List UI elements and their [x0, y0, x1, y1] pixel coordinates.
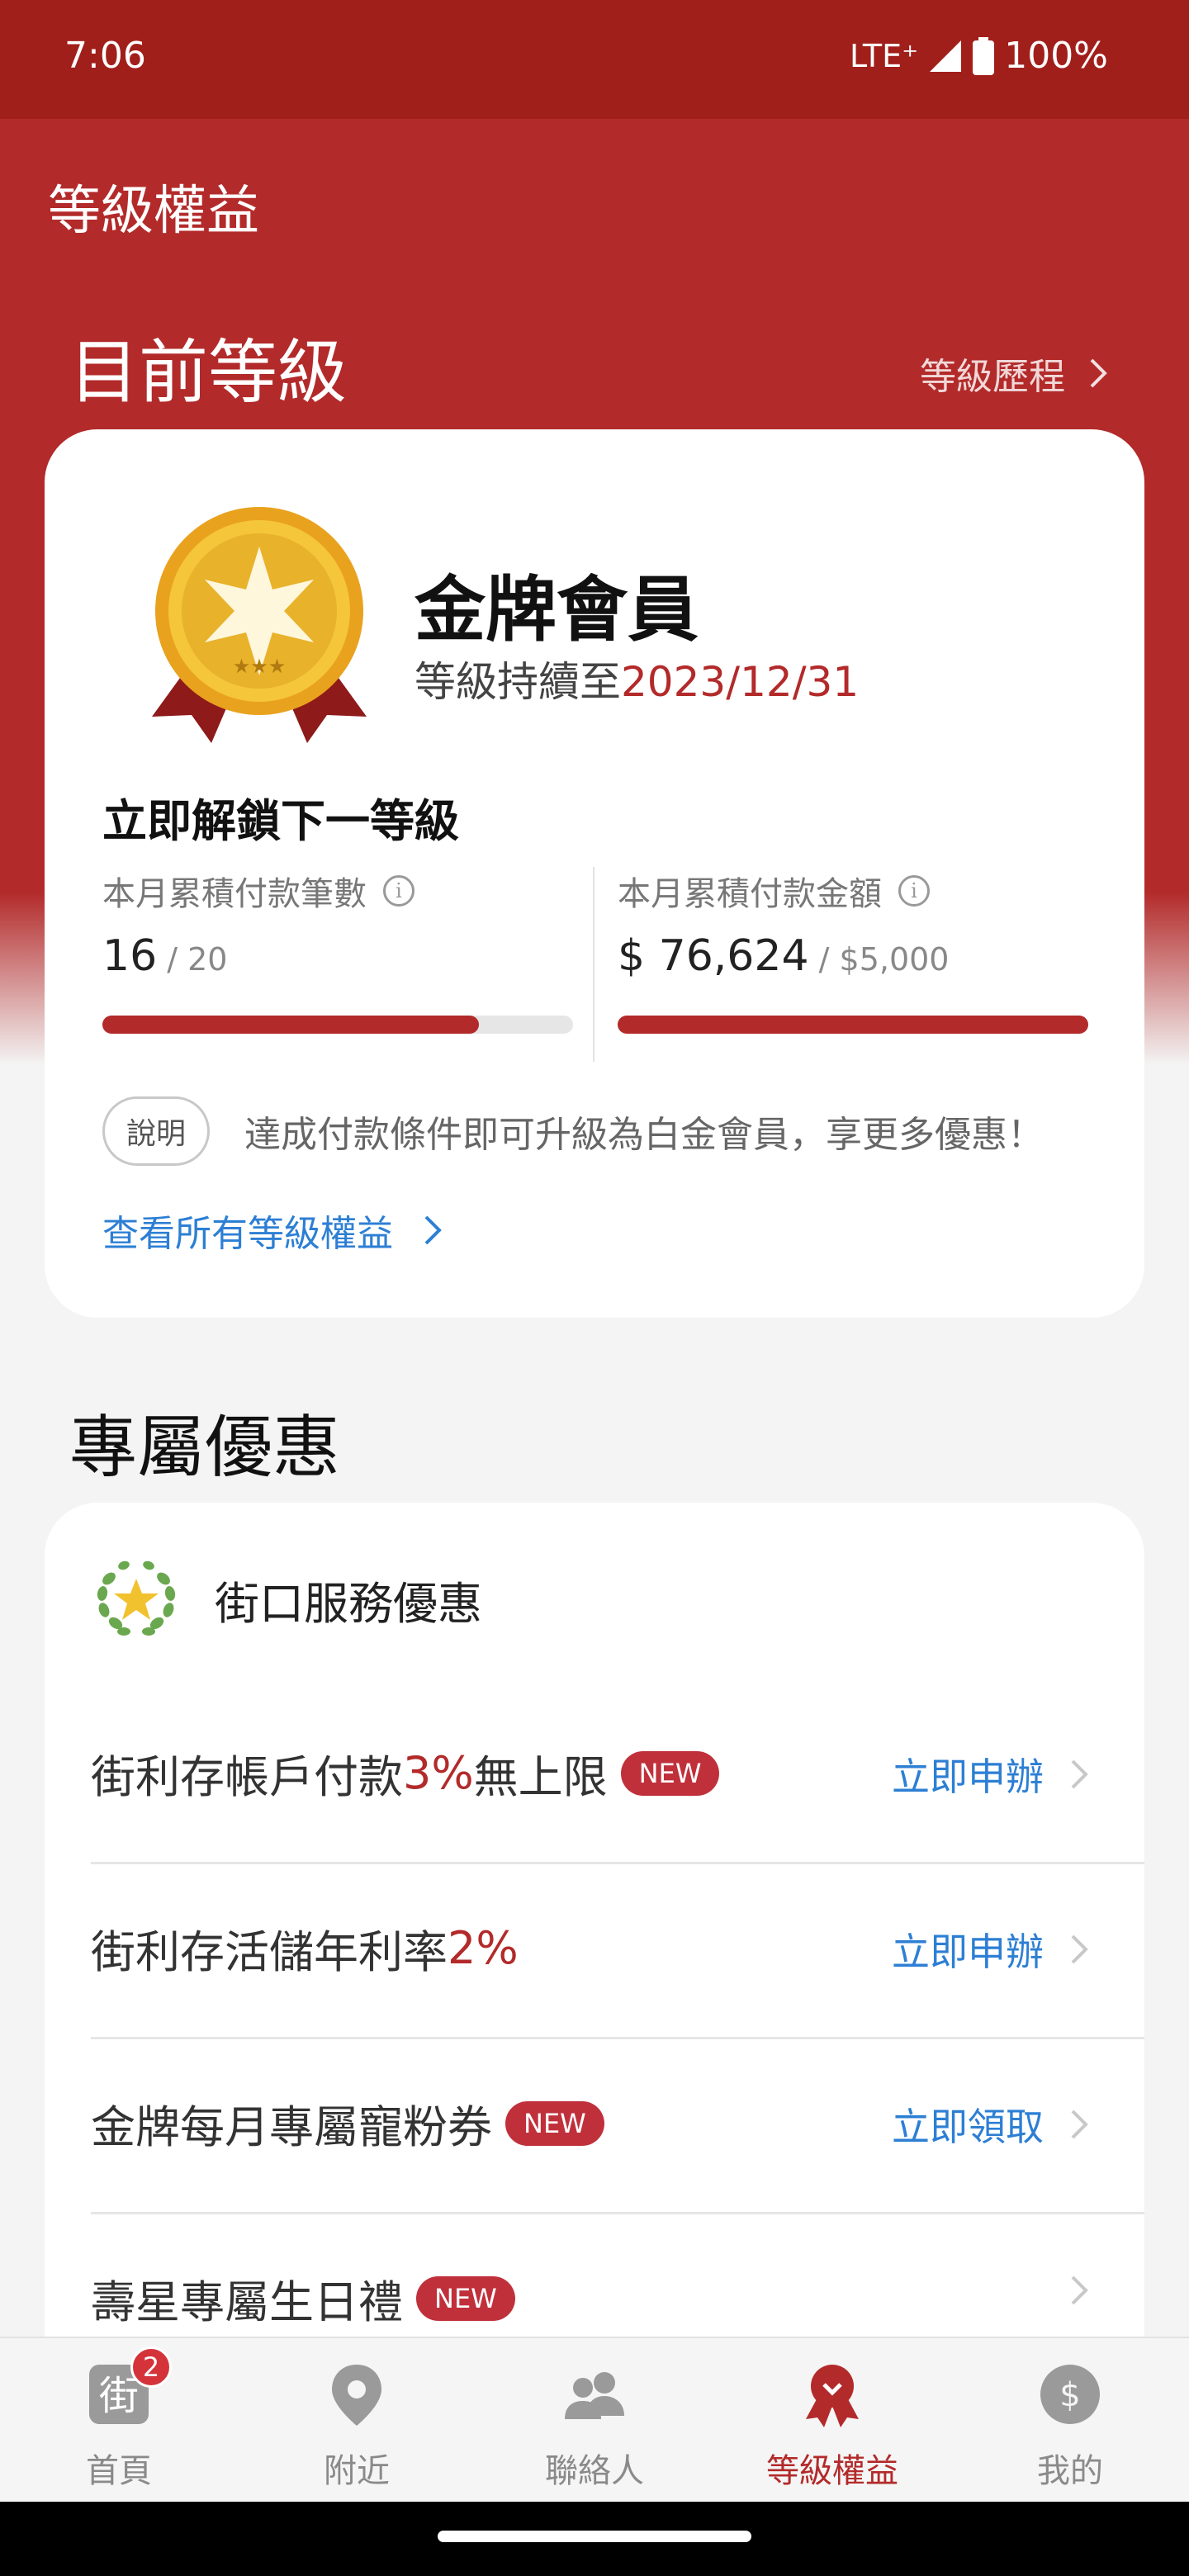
offer-row[interactable]: 街利存活儲年利率 2% 立即申辦 [91, 1864, 1144, 2039]
medal-icon [806, 2365, 859, 2427]
view-all-benefits-link[interactable]: 查看所有等級權益 [102, 1204, 444, 1257]
dollar-account-icon: $ [1040, 2365, 1100, 2424]
offers-header: 街口服務優惠 [91, 1554, 482, 1645]
offer-action-label: 立即申辦 [892, 1754, 1044, 1799]
page-title: 等級權益 [48, 181, 259, 242]
chevron-right-icon [1071, 1759, 1088, 1789]
location-pin-icon [332, 2365, 381, 2426]
gold-medal-icon: ★★★ [152, 507, 367, 743]
info-icon[interactable]: i [898, 875, 930, 907]
nav-label-level-benefits: 等級權益 [766, 2452, 898, 2490]
nav-item-home[interactable]: 街 2 首頁 [0, 2346, 238, 2492]
dollar-icon-glyph: $ [1059, 2376, 1080, 2414]
offer-action-link[interactable]: 立即申辦 [892, 1747, 1090, 1802]
upgrade-note-text: 達成付款條件即可升級為白金會員，享更多優惠！ [244, 1114, 1045, 1156]
new-badge: NEW [620, 1750, 720, 1796]
status-bar: 7:06 LTE⁺ 100% [0, 0, 1189, 119]
nav-item-mine[interactable]: $ 我的 [951, 2361, 1189, 2492]
chevron-right-icon [1071, 2110, 1088, 2139]
offer-action-link[interactable]: 立即領取 [892, 2097, 1090, 2152]
offer-title-text: 街利存活儲年利率 [91, 1926, 448, 1978]
offer-row[interactable]: 街利存帳戶付款 3% 無上限 NEW 立即申辦 [91, 1689, 1144, 1864]
offer-title-text: 金牌每月專屬寵粉券 [91, 2101, 492, 2153]
nav-label-nearby: 附近 [324, 2452, 390, 2490]
payment-count-progress-fill [102, 1016, 479, 1034]
chevron-right-icon [424, 1215, 442, 1245]
offer-action-link[interactable] [1068, 2272, 1090, 2308]
offer-action-label: 立即申辦 [892, 1930, 1044, 1974]
metric-divider [593, 867, 594, 1062]
offers-card: 街口服務優惠 街利存帳戶付款 3% 無上限 NEW 立即申辦 街利存活儲年利率 2% … [45, 1503, 1144, 2361]
home-icon-glyph: 街 [99, 2373, 139, 2419]
payment-amount-progress-fill [618, 1016, 1088, 1034]
payment-count-progress [102, 1016, 573, 1034]
offer-title: 壽星專屬生日禮 NEW [91, 2266, 515, 2331]
battery-icon [973, 36, 995, 75]
info-icon[interactable]: i [383, 875, 414, 907]
tier-valid-prefix: 等級持續至 [414, 658, 621, 706]
nav-item-contacts[interactable]: 聯絡人 [476, 2361, 713, 2492]
payment-amount-value: $ 76,624 [618, 931, 809, 981]
payment-amount-label: 本月累積付款金額 [618, 875, 882, 913]
chevron-right-icon [1071, 2275, 1088, 2305]
nav-label-contacts: 聯絡人 [545, 2452, 644, 2490]
notification-badge: 2 [130, 2346, 172, 2388]
chevron-right-icon [1090, 358, 1107, 388]
payment-amount-target: / $5,000 [808, 941, 950, 978]
offer-title-text: 壽星專屬生日禮 [91, 2276, 403, 2328]
offer-title-suffix: 無上限 [473, 1751, 608, 1803]
tier-valid-until: 等級持續至2023/12/31 [414, 649, 859, 708]
nav-item-level-benefits[interactable]: 等級權益 [713, 2361, 951, 2492]
offer-title: 金牌每月專屬寵粉券 NEW [91, 2091, 604, 2156]
tier-name: 金牌會員 [414, 569, 699, 651]
payment-count-metric: 本月累積付款筆數 i 16 / 20 [102, 867, 581, 1034]
nav-label-home: 首頁 [86, 2452, 152, 2490]
status-indicators: LTE⁺ 100% [850, 35, 1108, 77]
battery-percent: 100% [1004, 35, 1108, 77]
unlock-next-level-title: 立即解鎖下一等級 [102, 795, 459, 847]
level-history-label: 等級歷程 [920, 356, 1065, 398]
status-time: 7:06 [64, 35, 146, 77]
laurel-star-icon [97, 1560, 176, 1636]
view-all-benefits-label: 查看所有等級權益 [102, 1213, 393, 1255]
bottom-nav: 街 2 首頁 附近 聯絡人 等級權益 $ 我的 [0, 2337, 1189, 2502]
payment-amount-label-row: 本月累積付款金額 i [618, 867, 1097, 915]
nav-label-mine: 我的 [1037, 2452, 1103, 2490]
payment-count-target: / 20 [157, 941, 228, 978]
offer-highlight: 2% [448, 1922, 519, 1974]
svg-text:★★★: ★★★ [233, 655, 287, 678]
offer-title-text: 街利存帳戶付款 [91, 1751, 403, 1803]
system-navigation-bar [0, 2502, 1189, 2576]
new-badge: NEW [505, 2100, 604, 2146]
offer-action-link[interactable]: 立即申辦 [892, 1922, 1090, 1977]
payment-count-value-row: 16 / 20 [102, 931, 581, 981]
current-level-title: 目前等級 [69, 332, 348, 413]
payment-count-label-row: 本月累積付款筆數 i [102, 867, 581, 915]
payment-amount-value-row: $ 76,624 / $5,000 [618, 931, 1097, 981]
offer-title: 街利存帳戶付款 3% 無上限 NEW [91, 1740, 720, 1806]
level-history-link[interactable]: 等級歷程 [920, 347, 1110, 400]
chevron-right-icon [1071, 1934, 1088, 1964]
level-card: ★★★ 金牌會員 等級持續至2023/12/31 立即解鎖下一等級 本月累積付款… [45, 429, 1144, 1318]
payment-count-value: 16 [102, 931, 158, 981]
new-badge: NEW [416, 2275, 515, 2321]
payment-amount-metric: 本月累積付款金額 i $ 76,624 / $5,000 [618, 867, 1097, 1034]
upgrade-note: 說明 達成付款條件即可升級為白金會員，享更多優惠！ [102, 1096, 1044, 1166]
contacts-icon [565, 2372, 624, 2419]
nav-item-nearby[interactable]: 附近 [238, 2361, 476, 2492]
tier-valid-date: 2023/12/31 [621, 658, 860, 706]
exclusive-offers-title: 專屬優惠 [69, 1409, 341, 1487]
offer-title: 街利存活儲年利率 2% [91, 1915, 519, 1981]
explanation-badge[interactable]: 說明 [102, 1096, 211, 1166]
payment-amount-progress [618, 1016, 1088, 1034]
home-gesture-pill[interactable] [438, 2531, 751, 2542]
offer-row[interactable]: 金牌每月專屬寵粉券 NEW 立即領取 [91, 2039, 1144, 2214]
signal-icon [930, 40, 962, 72]
payment-count-label: 本月累積付款筆數 [102, 875, 367, 913]
home-street-icon: 街 2 [86, 2346, 172, 2427]
network-type: LTE⁺ [849, 37, 919, 74]
offers-header-label: 街口服務優惠 [215, 1577, 482, 1630]
offer-highlight: 3% [403, 1747, 474, 1799]
offer-action-label: 立即領取 [892, 2105, 1044, 2149]
